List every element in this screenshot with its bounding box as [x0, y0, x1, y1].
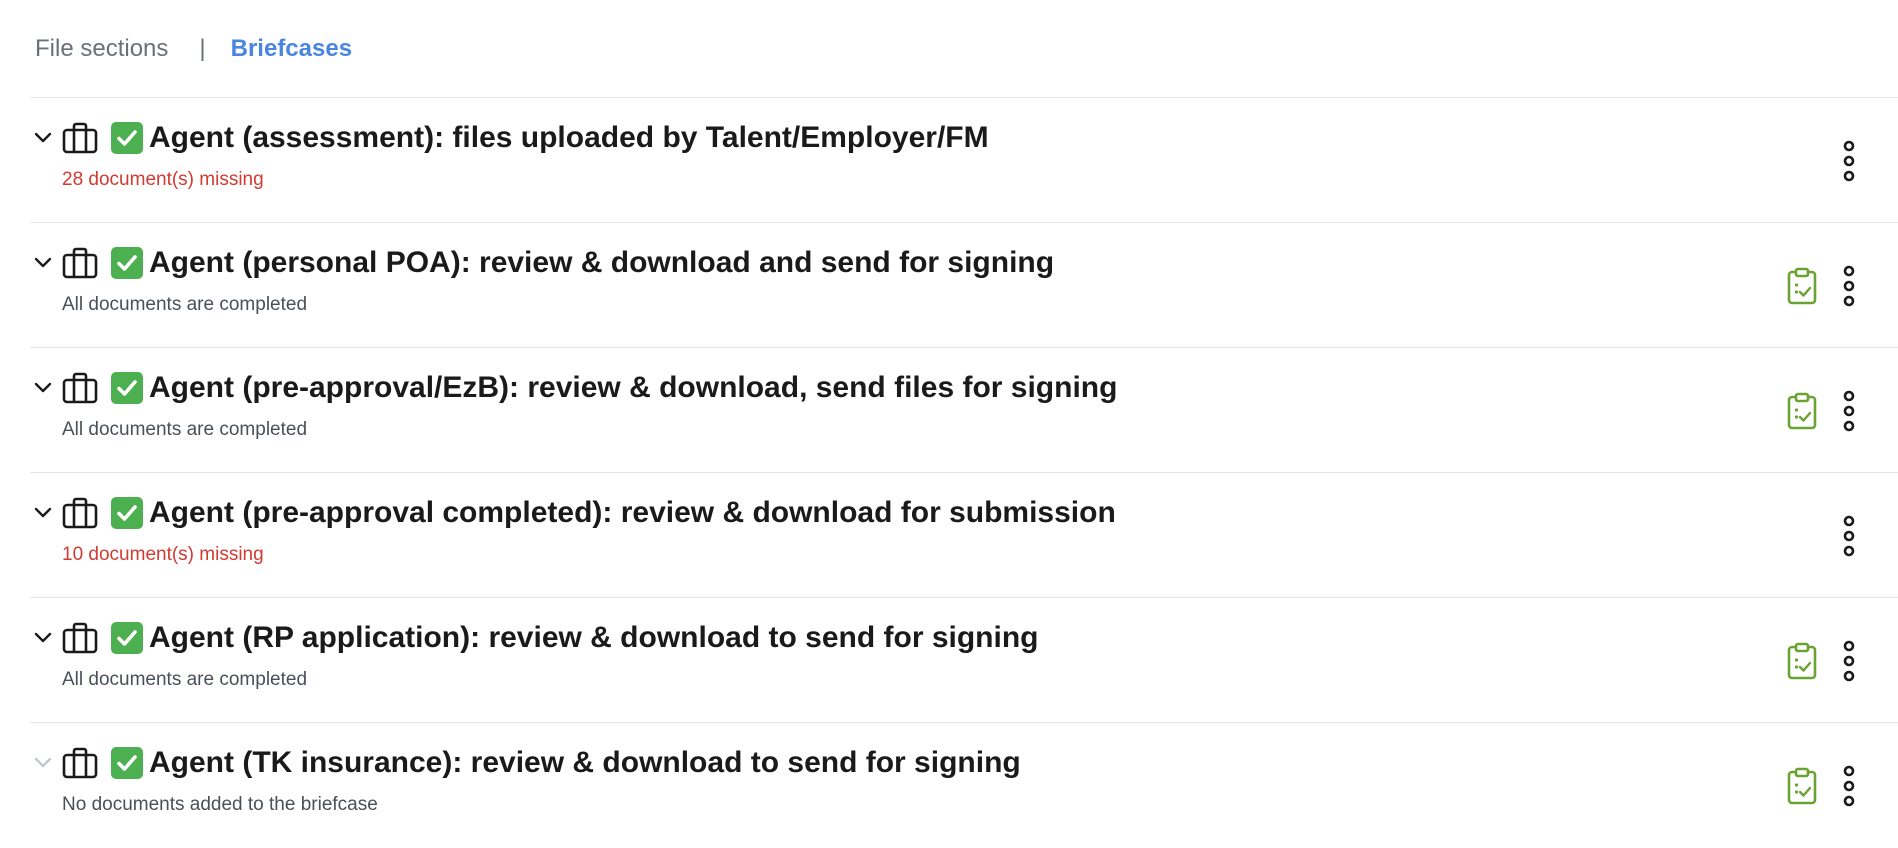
briefcase-title[interactable]: Agent (personal POA): review & download …: [149, 245, 1054, 281]
briefcase-row: Agent (personal POA): review & download …: [30, 223, 1898, 348]
chevron-down-icon[interactable]: [32, 251, 54, 273]
briefcase-row: Agent (TK insurance): review & download …: [30, 723, 1898, 848]
briefcase-title[interactable]: Agent (RP application): review & downloa…: [149, 620, 1038, 656]
briefcase-icon: [62, 247, 98, 279]
tab-file-sections[interactable]: File sections: [35, 34, 168, 64]
clipboard-check-icon[interactable]: [1787, 767, 1817, 805]
check-mark-button-icon: [111, 372, 143, 404]
briefcase-title[interactable]: Agent (pre-approval/EzB): review & downl…: [149, 370, 1117, 406]
briefcase-status: All documents are completed: [62, 294, 308, 315]
more-vertical-icon[interactable]: [1837, 140, 1861, 182]
briefcase-row: Agent (RP application): review & downloa…: [30, 598, 1898, 723]
more-vertical-icon[interactable]: [1837, 765, 1861, 807]
chevron-down-icon[interactable]: [32, 126, 54, 148]
check-mark-button-icon: [111, 622, 143, 654]
briefcase-status: All documents are completed: [62, 419, 308, 440]
check-mark-button-icon: [111, 122, 143, 154]
clipboard-check-icon[interactable]: [1787, 392, 1817, 430]
briefcase-title[interactable]: Agent (TK insurance): review & download …: [149, 745, 1021, 781]
clipboard-check-icon[interactable]: [1787, 267, 1817, 305]
chevron-down-icon[interactable]: [32, 501, 54, 523]
check-mark-button-icon: [111, 497, 143, 529]
briefcase-icon: [62, 497, 98, 529]
briefcase-title[interactable]: Agent (pre-approval completed): review &…: [149, 495, 1116, 531]
check-mark-button-icon: [111, 247, 143, 279]
briefcase-title[interactable]: Agent (assessment): files uploaded by Ta…: [149, 120, 989, 156]
briefcase-icon: [62, 747, 98, 779]
briefcase-row: Agent (pre-approval completed): review &…: [30, 473, 1898, 598]
briefcase-status: No documents added to the briefcase: [62, 794, 378, 815]
tab-briefcases[interactable]: Briefcases: [231, 34, 352, 64]
check-mark-button-icon: [111, 747, 143, 779]
chevron-down-icon[interactable]: [32, 376, 54, 398]
briefcase-status: 10 document(s) missing: [62, 544, 264, 565]
briefcase-icon: [62, 122, 98, 154]
briefcase-status: 28 document(s) missing: [62, 169, 264, 190]
briefcase-row: Agent (pre-approval/EzB): review & downl…: [30, 348, 1898, 473]
more-vertical-icon[interactable]: [1837, 265, 1861, 307]
briefcase-icon: [62, 372, 98, 404]
briefcase-status: All documents are completed: [62, 669, 308, 690]
clipboard-check-icon[interactable]: [1787, 642, 1817, 680]
more-vertical-icon[interactable]: [1837, 515, 1861, 557]
briefcases-page: File sections | Briefcases Agent (assess…: [0, 0, 1898, 848]
chevron-down-icon[interactable]: [32, 751, 54, 773]
briefcase-row: Agent (assessment): files uploaded by Ta…: [30, 98, 1898, 223]
more-vertical-icon[interactable]: [1837, 390, 1861, 432]
more-vertical-icon[interactable]: [1837, 640, 1861, 682]
section-tabs: File sections | Briefcases: [30, 0, 1898, 98]
briefcase-list: Agent (assessment): files uploaded by Ta…: [30, 98, 1898, 848]
briefcase-icon: [62, 622, 98, 654]
tab-separator: |: [199, 34, 206, 62]
chevron-down-icon[interactable]: [32, 626, 54, 648]
